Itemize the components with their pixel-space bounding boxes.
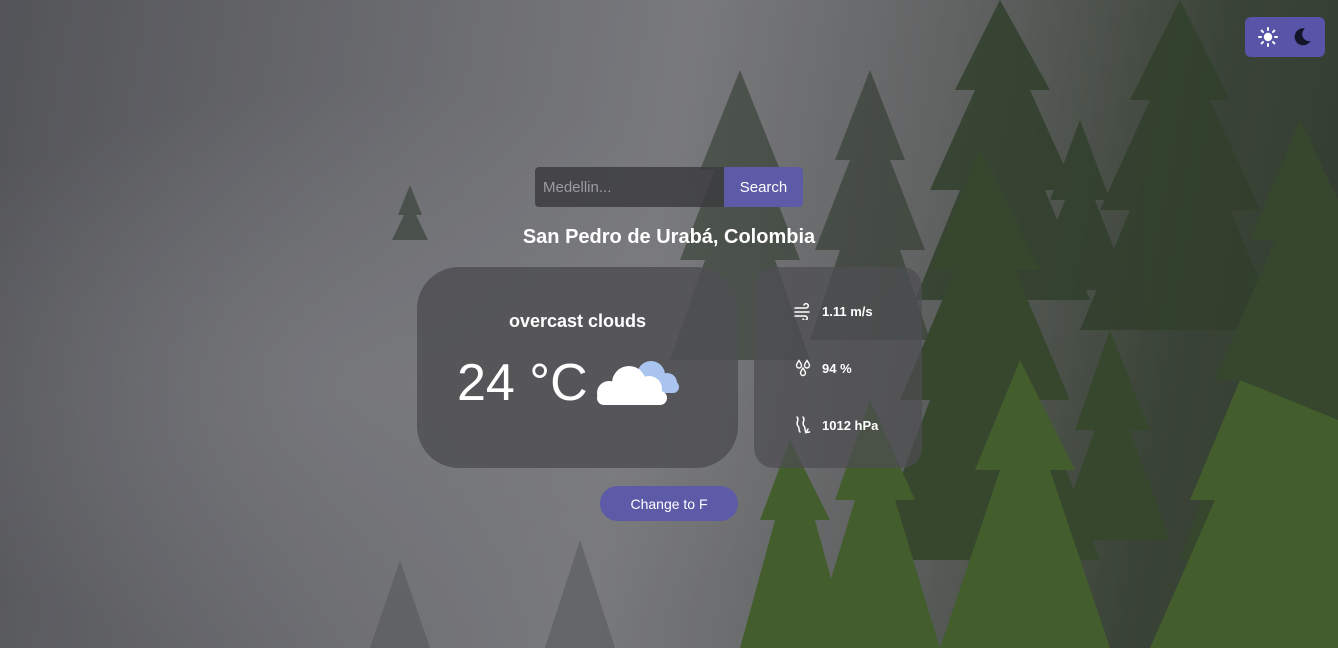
search-input[interactable]: [535, 167, 724, 207]
search-button[interactable]: Search: [724, 167, 803, 207]
change-unit-button[interactable]: Change to F: [600, 486, 738, 521]
wind-row: 1.11 m/s: [794, 302, 873, 320]
location-title: San Pedro de Urabá, Colombia: [522, 226, 816, 248]
wind-icon: [794, 302, 810, 320]
overcast-clouds-icon: [597, 361, 679, 405]
temperature-value: 24 °C: [457, 354, 588, 412]
weather-details-card: 1.11 m/s 94 % 1012 hPa: [754, 267, 922, 468]
humidity-row: 94 %: [794, 359, 852, 377]
current-weather-card: overcast clouds 24 °C: [417, 267, 738, 468]
sun-icon[interactable]: [1253, 22, 1283, 52]
humidity-icon: [795, 359, 811, 377]
search-bar: Search: [535, 167, 803, 207]
theme-toggle[interactable]: [1245, 17, 1325, 57]
humidity-value: 94 %: [822, 360, 852, 376]
weather-condition: overcast clouds: [508, 311, 647, 331]
moon-icon[interactable]: [1287, 22, 1317, 52]
wind-speed-value: 1.11 m/s: [822, 303, 873, 319]
pressure-value: 1012 hPa: [822, 417, 879, 433]
pressure-icon: [796, 416, 811, 434]
pressure-row: 1012 hPa: [794, 416, 878, 434]
